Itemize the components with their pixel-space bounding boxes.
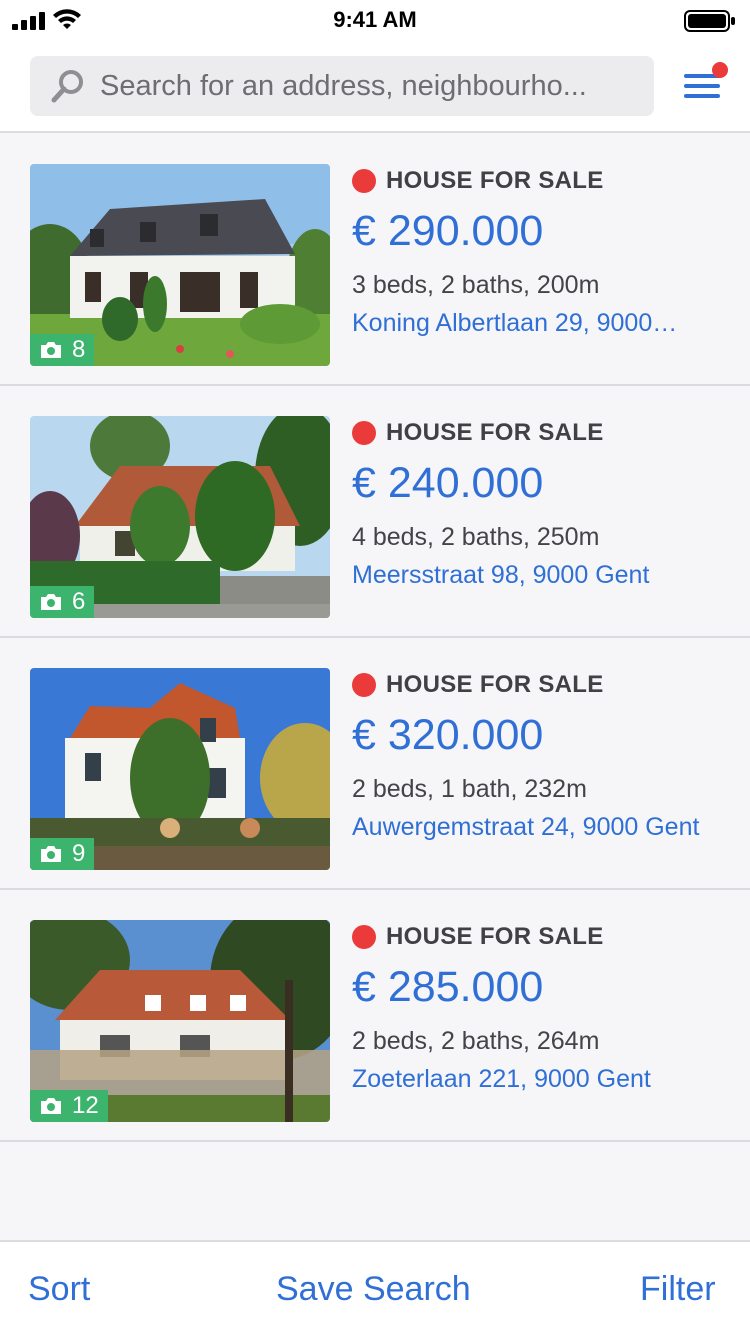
listing-card[interactable]: 12 HOUSE FOR SALE € 285.000 2 beds, 2 ba… (0, 890, 750, 1142)
listing-card[interactable]: 6 HOUSE FOR SALE € 240.000 4 beds, 2 bat… (0, 386, 750, 638)
listing-photo[interactable]: 9 (30, 668, 330, 870)
camera-icon (41, 594, 61, 610)
search-input[interactable] (100, 56, 640, 116)
status-dot-icon (352, 421, 376, 445)
listing-type: HOUSE FOR SALE (386, 167, 604, 194)
camera-icon (41, 1098, 61, 1114)
listing-address[interactable]: Zoeterlaan 221, 9000 Gent (352, 1064, 732, 1094)
battery-icon (684, 10, 735, 32)
listing-address[interactable]: Meersstraat 98, 9000 Gent (352, 560, 732, 590)
listing-photo[interactable]: 8 (30, 164, 330, 366)
listing-price: € 240.000 (352, 459, 544, 507)
listing-type-row: HOUSE FOR SALE (352, 166, 732, 196)
listing-price: € 290.000 (352, 207, 544, 255)
listing-info: HOUSE FOR SALE € 285.000 2 beds, 2 baths… (352, 920, 732, 1094)
filter-button[interactable]: Filter (640, 1270, 716, 1309)
listing-info: HOUSE FOR SALE € 240.000 4 beds, 2 baths… (352, 416, 732, 590)
listing-price: € 285.000 (352, 963, 544, 1011)
listing-price: € 320.000 (352, 711, 544, 759)
status-dot-icon (352, 673, 376, 697)
photo-count: 12 (72, 1092, 99, 1119)
listing-type-row: HOUSE FOR SALE (352, 922, 732, 952)
status-dot-icon (352, 169, 376, 193)
menu-icon (684, 74, 720, 98)
listing-type-row: HOUSE FOR SALE (352, 670, 732, 700)
listing-type: HOUSE FOR SALE (386, 419, 604, 446)
listing-specs: 3 beds, 2 baths, 200m (352, 271, 600, 299)
photo-count: 8 (72, 336, 86, 363)
search-box[interactable] (30, 56, 654, 116)
photo-count-badge: 12 (30, 1090, 108, 1122)
status-dot-icon (352, 925, 376, 949)
search-icon (51, 70, 83, 103)
listing-type: HOUSE FOR SALE (386, 923, 604, 950)
bottom-toolbar: Sort Save Search Filter (0, 1240, 750, 1334)
listing-card[interactable]: 9 HOUSE FOR SALE € 320.000 2 beds, 1 bat… (0, 638, 750, 890)
listing-specs: 4 beds, 2 baths, 250m (352, 523, 600, 551)
camera-icon (41, 342, 61, 358)
listing-info: HOUSE FOR SALE € 320.000 2 beds, 1 bath,… (352, 668, 732, 842)
photo-count-badge: 6 (30, 586, 95, 618)
listing-address[interactable]: Koning Albertlaan 29, 9000… (352, 308, 682, 338)
photo-count-badge: 9 (30, 838, 95, 870)
sort-button[interactable]: Sort (28, 1270, 90, 1309)
save-search-button[interactable]: Save Search (276, 1270, 471, 1309)
listing-photo[interactable]: 6 (30, 416, 330, 618)
listing-address[interactable]: Auwergemstraat 24, 9000 Gent (352, 812, 732, 842)
listing-type-row: HOUSE FOR SALE (352, 418, 732, 448)
status-bar: 9:41 AM (0, 0, 750, 40)
camera-icon (41, 846, 61, 862)
listing-card[interactable]: 8 HOUSE FOR SALE € 290.000 3 beds, 2 bat… (0, 134, 750, 386)
listing-specs: 2 beds, 1 bath, 232m (352, 775, 587, 803)
photo-count-badge: 8 (30, 334, 95, 366)
listing-type: HOUSE FOR SALE (386, 671, 604, 698)
listing-specs: 2 beds, 2 baths, 264m (352, 1027, 600, 1055)
status-time: 9:41 AM (333, 7, 417, 32)
header (0, 40, 750, 133)
menu-button[interactable] (678, 62, 730, 108)
listing-photo[interactable]: 12 (30, 920, 330, 1122)
photo-count: 6 (72, 588, 86, 615)
notification-dot-icon (712, 62, 728, 78)
photo-count: 9 (72, 840, 86, 867)
listing-info: HOUSE FOR SALE € 290.000 3 beds, 2 baths… (352, 164, 732, 338)
